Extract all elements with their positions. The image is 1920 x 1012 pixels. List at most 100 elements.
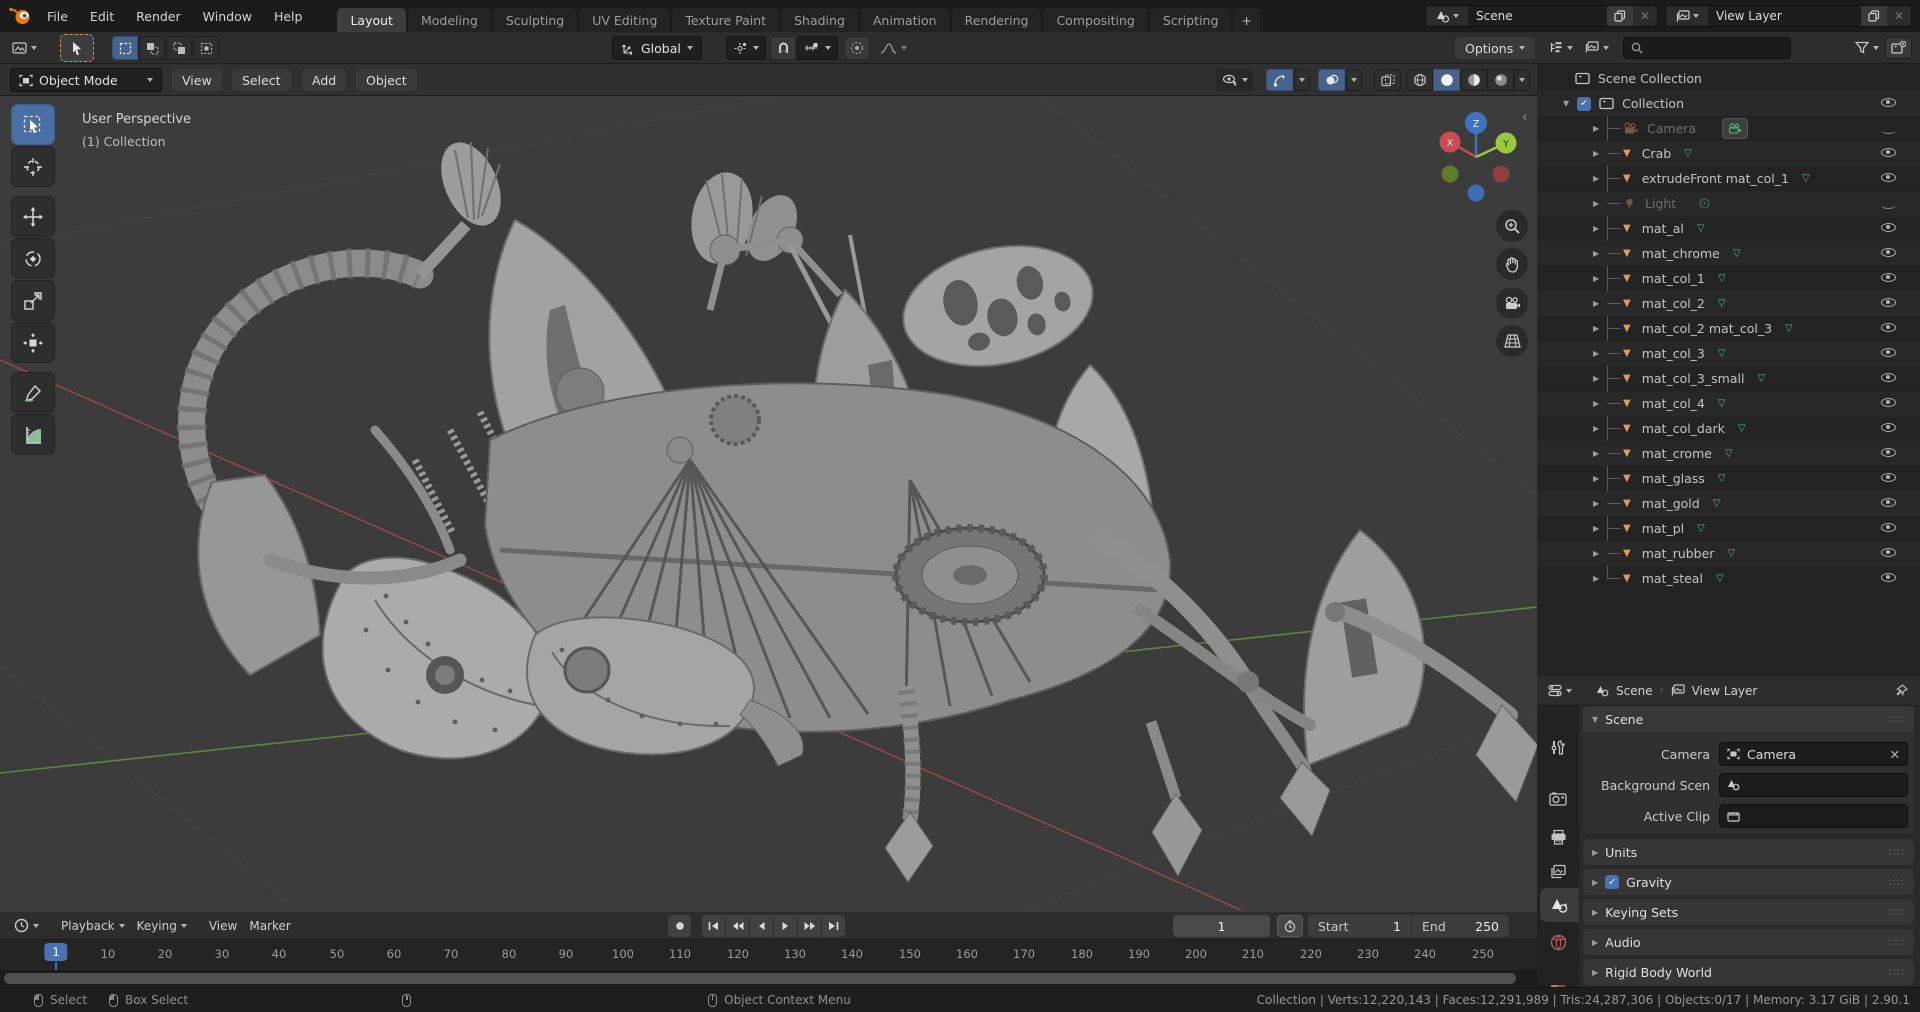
visibility-eye-icon[interactable]: [1881, 348, 1896, 357]
timeline-view-menu[interactable]: View: [203, 915, 243, 937]
visibility-eye-icon[interactable]: [1881, 248, 1896, 257]
tool-measure[interactable]: [11, 414, 55, 455]
outliner-row-mat-col-2[interactable]: ▶ ▼ mat_col_2 ▽: [1537, 291, 1920, 316]
gizmo-dropdown[interactable]: [1294, 69, 1310, 91]
collapse-arrow-icon[interactable]: ▶: [1593, 174, 1603, 183]
current-frame-field[interactable]: 1: [1173, 915, 1270, 937]
shading-solid-button[interactable]: [1433, 69, 1460, 91]
audio-panel-header[interactable]: ▶ Audio ∷∷: [1583, 929, 1914, 955]
view-layer-remove-button[interactable]: ✕: [1887, 6, 1911, 26]
visibility-eye-icon[interactable]: [1881, 323, 1896, 332]
tab-texture-paint[interactable]: Texture Paint: [672, 8, 780, 32]
frame-start-field[interactable]: Start 1: [1308, 915, 1411, 937]
snap-toggle-button[interactable]: [770, 36, 796, 60]
gravity-checkbox[interactable]: [1605, 875, 1620, 889]
outliner-row-mat-col-dark[interactable]: ▶ ▼ mat_col_dark ▽: [1537, 416, 1920, 441]
keying-menu[interactable]: Keying: [131, 915, 193, 937]
panel-grip[interactable]: ∷∷: [1889, 906, 1905, 919]
scene-copy-button[interactable]: [1607, 6, 1633, 26]
visibility-eye-icon[interactable]: [1881, 373, 1896, 382]
blender-logo-icon[interactable]: [8, 6, 32, 26]
outliner-row-mat-col-1[interactable]: ▶ ▼ mat_col_1 ▽: [1537, 266, 1920, 291]
transform-orientation-dropdown[interactable]: Global: [612, 36, 702, 60]
viewport-3d[interactable]: User Perspective (1) Collection Z X Y ‹: [0, 96, 1537, 912]
clear-camera-button[interactable]: ✕: [1890, 747, 1900, 762]
scene-name[interactable]: Scene: [1468, 6, 1607, 26]
collapse-arrow-icon[interactable]: ▶: [1593, 449, 1603, 458]
tab-uv-editing[interactable]: UV Editing: [579, 8, 671, 32]
outliner-row-scene-collection[interactable]: Scene Collection: [1537, 66, 1920, 91]
outliner-row-mat-chrome[interactable]: ▶ ▼ mat_chrome ▽: [1537, 241, 1920, 266]
collapse-arrow-icon[interactable]: ▶: [1593, 499, 1603, 508]
menu-help[interactable]: Help: [263, 0, 314, 32]
collapse-arrow-icon[interactable]: ▶: [1593, 199, 1603, 208]
select-mode-extend-button[interactable]: [139, 36, 165, 60]
proportional-falloff-dropdown[interactable]: [874, 37, 913, 59]
outliner-row-mat-glass[interactable]: ▶ ▼ mat_glass ▽: [1537, 466, 1920, 491]
editor-type-button-properties[interactable]: [1542, 680, 1578, 702]
tab-modeling[interactable]: Modeling: [407, 8, 491, 32]
tab-shading[interactable]: Shading: [781, 8, 858, 32]
camera-data-icon[interactable]: [1722, 118, 1749, 139]
panel-grip[interactable]: ∷∷: [1889, 936, 1905, 949]
viewport-camera-view-button[interactable]: [1496, 287, 1528, 319]
collapse-arrow-icon[interactable]: ▶: [1593, 549, 1603, 558]
timeline-scrollbar[interactable]: [0, 970, 1537, 987]
frame-end-field[interactable]: End 250: [1412, 915, 1509, 937]
timeline-scrollbar-handle[interactable]: [4, 973, 1516, 984]
gravity-panel-header[interactable]: ▶ Gravity∷∷: [1583, 869, 1914, 895]
editor-type-button-timeline[interactable]: [8, 915, 45, 937]
view-layer-copy-button[interactable]: [1861, 6, 1887, 26]
new-collection-button[interactable]: [1885, 36, 1912, 59]
collapse-arrow-icon[interactable]: ▶: [1593, 149, 1603, 158]
scene-unlink-button[interactable]: ✕: [1633, 6, 1657, 26]
outliner-row-collection[interactable]: ▼ Collection: [1537, 91, 1920, 116]
menu-file[interactable]: File: [36, 0, 79, 32]
tool-rotate[interactable]: [11, 238, 55, 279]
prev-keyframe-button[interactable]: [726, 915, 749, 937]
tool-transform[interactable]: [11, 322, 55, 363]
viewport-menu-object[interactable]: Object: [356, 69, 417, 91]
visibility-eye-icon[interactable]: [1881, 273, 1896, 282]
outliner-row-mat-steal[interactable]: ▶ ▼ mat_steal ▽: [1537, 566, 1920, 591]
shading-material-button[interactable]: [1460, 69, 1487, 91]
next-keyframe-button[interactable]: [798, 915, 821, 937]
collapse-arrow-icon[interactable]: ▶: [1593, 299, 1603, 308]
viewport-pan-button[interactable]: [1496, 248, 1528, 280]
tab-tool-properties[interactable]: [1537, 730, 1579, 764]
editor-type-button-viewport[interactable]: [6, 37, 43, 59]
play-reverse-button[interactable]: [750, 915, 773, 937]
viewport-menu-add[interactable]: Add: [302, 69, 347, 91]
outliner-row-mat-pl[interactable]: ▶ ▼ mat_pl ▽: [1537, 516, 1920, 541]
visibility-eye-icon[interactable]: [1881, 173, 1896, 182]
viewport-ortho-toggle-button[interactable]: [1496, 325, 1528, 357]
record-button[interactable]: [668, 915, 691, 937]
visibility-eye-icon[interactable]: [1881, 523, 1896, 532]
show-overlays-toggle[interactable]: [1318, 69, 1345, 91]
visibility-eye-icon[interactable]: [1881, 548, 1896, 557]
collapse-arrow-icon[interactable]: ▶: [1593, 574, 1603, 583]
expand-arrow-icon[interactable]: ▼: [1563, 99, 1569, 108]
visibility-eye-icon[interactable]: [1881, 498, 1896, 507]
xray-toggle[interactable]: [1374, 69, 1401, 91]
tab-output-properties[interactable]: [1537, 820, 1579, 854]
options-dropdown[interactable]: Options: [1455, 37, 1536, 59]
tab-view-layer-properties[interactable]: [1537, 854, 1579, 888]
panel-grip[interactable]: ∷∷: [1889, 713, 1905, 726]
outliner-filter-dropdown[interactable]: [1849, 37, 1885, 59]
visibility-eye-icon[interactable]: [1881, 298, 1896, 307]
timeline-ruler[interactable]: 1 10 20 30 40 50 60 70 80 90 100 110 120…: [0, 940, 1537, 998]
select-mode-new-button[interactable]: [112, 36, 138, 60]
shading-wireframe-button[interactable]: [1406, 69, 1433, 91]
gizmo-minus-y-axis[interactable]: [1492, 165, 1510, 183]
scene-panel-header[interactable]: ▼ Scene ∷∷: [1583, 706, 1914, 732]
active-clip-field[interactable]: [1719, 804, 1908, 828]
outliner-row-mat-al[interactable]: ▶ ▼ mat_al ▽: [1537, 216, 1920, 241]
pin-icon[interactable]: [1895, 684, 1908, 697]
menu-edit[interactable]: Edit: [79, 0, 125, 32]
outliner-row-mat-rubber[interactable]: ▶ ▼ mat_rubber ▽: [1537, 541, 1920, 566]
timeline-marker-menu[interactable]: Marker: [243, 915, 296, 937]
visibility-eye-icon[interactable]: [1881, 223, 1896, 232]
outliner-row-mat-col-2-mat-col-3[interactable]: ▶ ▼ mat_col_2 mat_col_3 ▽: [1537, 316, 1920, 341]
tab-animation[interactable]: Animation: [859, 8, 950, 32]
